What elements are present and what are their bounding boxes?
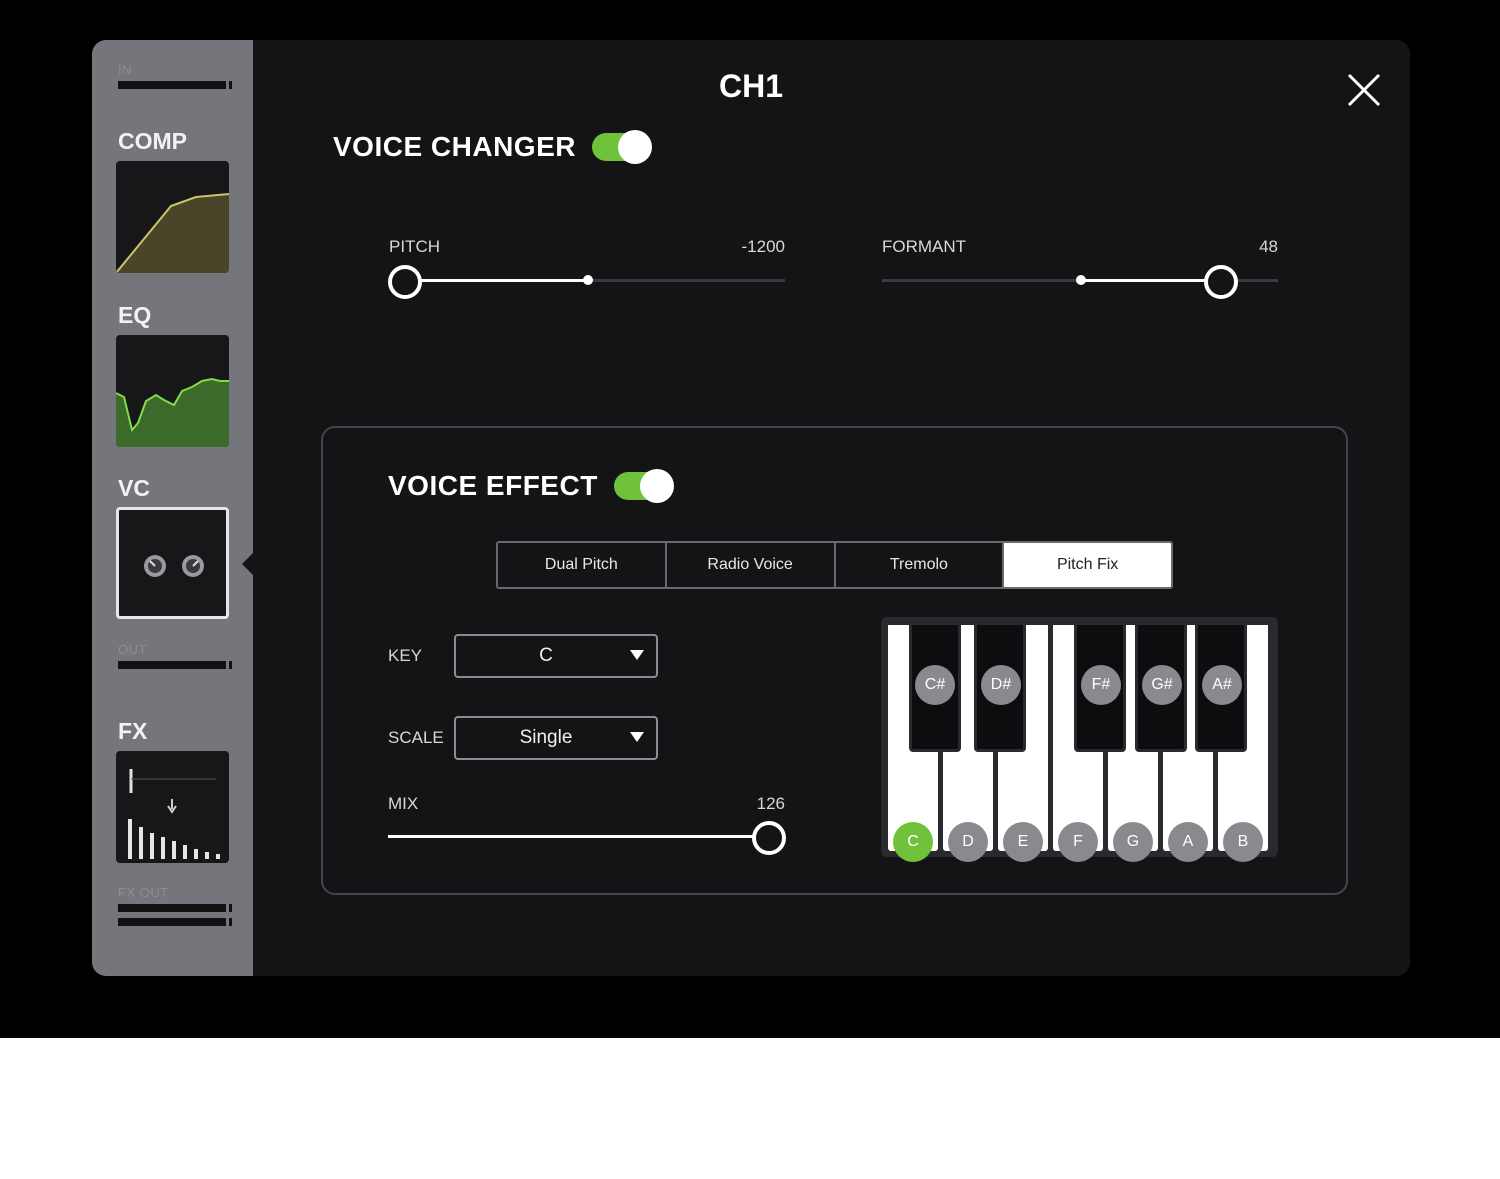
tab-pitch-fix[interactable]: Pitch Fix [1004,543,1171,587]
toggle-knob [640,469,674,503]
fx-label: FX [118,718,148,744]
comp-module-thumbnail[interactable] [116,161,229,273]
key-select-value: C [539,645,553,666]
fx-module-thumbnail[interactable] [116,751,229,863]
note-badge-d-sharp: D# [981,665,1021,705]
module-sidebar: IN COMP EQ VC OUT FX FX OUT [92,40,253,976]
formant-center-marker [1076,275,1086,285]
active-module-pointer [242,553,253,575]
note-badge-g-sharp: G# [1142,665,1182,705]
note-badge-e: E [1003,822,1043,862]
tab-dual-pitch[interactable]: Dual Pitch [498,543,667,587]
note-badge-f-sharp: F# [1081,665,1121,705]
scale-select-value: Single [519,727,573,748]
comp-label: COMP [118,128,187,154]
channel-editor-window: IN COMP EQ VC OUT FX FX OUT CH1 VOICE CH… [92,40,1410,976]
formant-slider-fill [1081,279,1221,282]
fx-out-meter-left [118,904,232,912]
voice-changer-toggle[interactable] [592,130,652,164]
note-badge-a-sharp: A# [1202,665,1242,705]
note-badge-b: B [1223,822,1263,862]
fx-out-meter-right [118,918,232,926]
vc-module-thumbnail[interactable] [116,507,229,619]
mix-value: 126 [756,794,785,813]
vc-knobs-icon [144,555,204,577]
eq-curve-graph [116,377,229,447]
vc-label: VC [118,475,150,501]
dropdown-arrow-icon [630,650,644,660]
voice-changer-title: VOICE CHANGER [333,131,576,162]
mix-slider-fill [388,835,768,838]
pitch-label: PITCH [389,237,440,256]
note-badge-d: D [948,822,988,862]
formant-label: FORMANT [882,237,967,256]
pitch-value: -1200 [741,237,785,256]
close-button[interactable] [1344,70,1384,110]
key-label: KEY [388,646,423,665]
pitch-center-marker [583,275,593,285]
tab-radio-voice[interactable]: Radio Voice [666,543,836,587]
fx-out-meter-label: FX OUT [118,885,169,900]
effect-type-tabs: Dual Pitch Radio Voice Tremolo Pitch Fix [496,541,1173,589]
toggle-knob [618,130,652,164]
close-icon [1347,73,1381,107]
pitch-slider-fill [405,279,587,282]
mix-label: MIX [388,794,419,813]
note-badge-c-sharp: C# [915,665,955,705]
key-select[interactable]: C [454,634,658,678]
note-badge-f: F [1058,822,1098,862]
screen-background: IN COMP EQ VC OUT FX FX OUT CH1 VOICE CH… [0,0,1500,1038]
channel-title: CH1 [718,68,783,104]
formant-slider-thumb[interactable] [1204,265,1238,299]
out-meter [118,661,232,669]
out-meter-label: OUT [118,642,147,657]
voice-effect-title: VOICE EFFECT [388,470,598,501]
comp-curve-graph [116,193,229,273]
pitch-slider-thumb[interactable] [388,265,422,299]
dropdown-arrow-icon [630,732,644,742]
formant-value: 48 [1259,237,1278,256]
eq-label: EQ [118,302,152,328]
note-badge-c: C [893,822,933,862]
scale-label: SCALE [388,728,444,747]
voice-effect-toggle[interactable] [614,469,674,503]
note-badge-g: G [1113,822,1153,862]
pitch-fix-keyboard: C# D# F# G# A# C D E F G A B [881,617,1278,862]
note-badge-a: A [1168,822,1208,862]
tab-tremolo[interactable]: Tremolo [835,543,1005,587]
eq-module-thumbnail[interactable] [116,335,229,447]
fx-decay-graph [128,769,220,859]
scale-select[interactable]: Single [454,716,658,760]
mix-slider-thumb[interactable] [752,821,786,855]
